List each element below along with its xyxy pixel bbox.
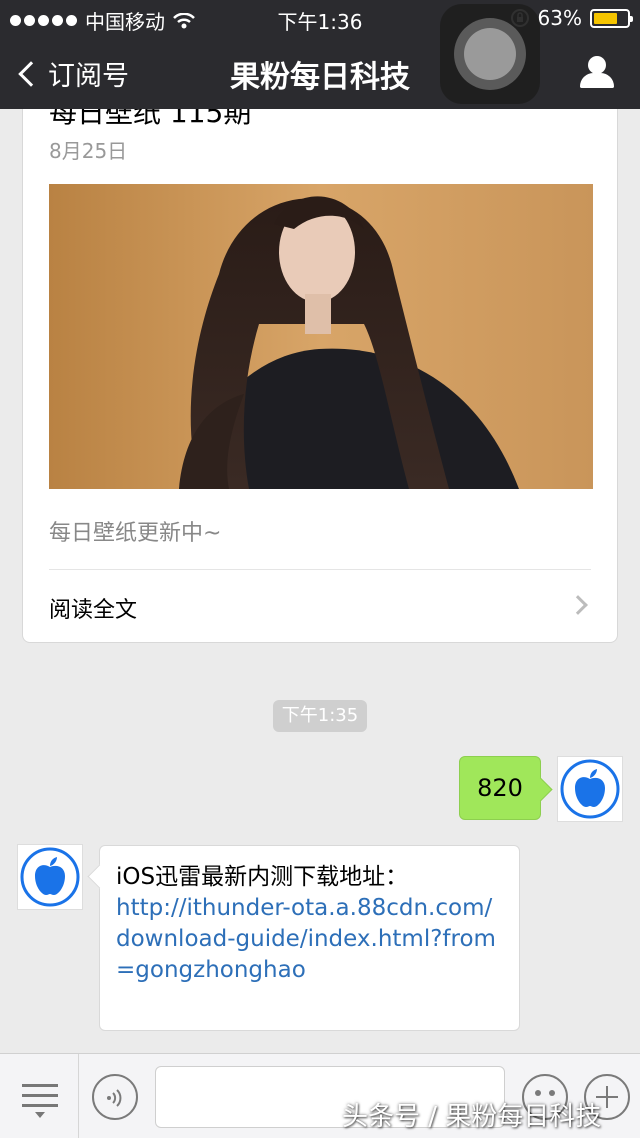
navigation-bar: 订阅号 果粉每日科技 <box>0 36 640 109</box>
app-header: 中国移动 下午1:36 63% 订阅号 果粉每日科技 <box>0 0 640 109</box>
assistive-touch-button[interactable] <box>440 4 540 104</box>
message-timestamp: 下午1:35 <box>273 700 367 732</box>
apple-logo-icon <box>560 759 620 819</box>
menu-toggle-button[interactable] <box>22 1082 58 1118</box>
watermark: 头条号 / 果粉每日科技 <box>342 1102 602 1132</box>
voice-input-button[interactable] <box>92 1074 138 1120</box>
battery-percent: 63% <box>537 6 582 30</box>
page-title: 果粉每日科技 <box>230 60 410 95</box>
download-link[interactable]: http://ithunder-ota.a.88cdn.com/download… <box>116 893 503 986</box>
apple-logo-icon <box>20 847 80 907</box>
received-message-bubble: iOS迅雷最新内测下载地址： http://ithunder-ota.a.88c… <box>99 845 520 1031</box>
status-bar: 中国移动 下午1:36 63% <box>0 0 640 36</box>
profile-icon[interactable] <box>580 56 614 88</box>
article-summary: 每日壁纸更新中~ <box>49 521 222 546</box>
voice-icon <box>107 1089 122 1107</box>
article-cover-image[interactable] <box>49 184 593 489</box>
article-card[interactable]: 每日壁纸 115期 8月25日 每日壁纸更新中~ 阅读全文 <box>22 70 618 643</box>
read-full-link[interactable]: 阅读全文 <box>23 570 617 642</box>
chevron-down-icon <box>35 1112 45 1118</box>
user-avatar[interactable] <box>557 756 623 822</box>
chevron-right-icon <box>568 595 588 615</box>
battery-icon <box>590 8 633 28</box>
article-date: 8月25日 <box>49 139 128 163</box>
read-full-label: 阅读全文 <box>49 598 138 623</box>
account-avatar[interactable] <box>17 844 83 910</box>
received-message-text: iOS迅雷最新内测下载地址： <box>116 864 409 890</box>
toolbar-divider <box>78 1054 79 1138</box>
sent-message-bubble[interactable]: 820 <box>459 756 541 820</box>
